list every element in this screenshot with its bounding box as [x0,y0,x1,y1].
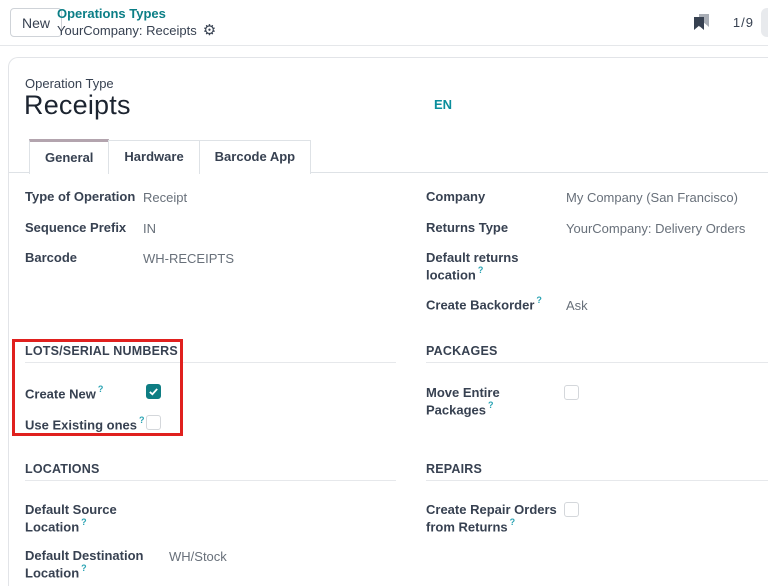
create-repair-orders-checkbox[interactable] [564,502,579,517]
tab-general[interactable]: General [29,139,109,174]
favorite-bookmark-icon[interactable] [692,13,710,31]
help-icon[interactable]: ? [139,415,145,425]
breadcrumb-current-record: YourCompany: Receipts [57,22,197,39]
create-new-checkbox[interactable] [146,384,161,399]
pager-next-button-partial[interactable] [761,8,768,37]
help-icon[interactable]: ? [81,563,87,573]
check-icon [148,386,159,397]
field-label-barcode: Barcode [25,249,77,266]
field-label-use-existing-ones: Use Existing ones? [25,416,144,433]
field-label-create-new: Create New? [25,385,103,402]
section-header-repairs: REPAIRS [426,462,768,481]
field-label-type-of-operation: Type of Operation [25,188,135,205]
record-pager[interactable]: 1/9 [733,15,754,30]
notebook-tabs: General Hardware Barcode App [29,139,311,174]
field-value-barcode[interactable]: WH-RECEIPTS [143,250,234,267]
field-value-create-backorder[interactable]: Ask [566,297,588,314]
field-label-default-source-location: Default Source Location? [25,501,145,535]
page-title[interactable]: Receipts [24,90,131,121]
translation-language-button[interactable]: EN [434,97,452,112]
field-value-type-of-operation[interactable]: Receipt [143,189,187,206]
use-existing-ones-checkbox[interactable] [146,415,161,430]
help-icon[interactable]: ? [488,400,494,410]
new-button[interactable]: New [10,8,62,37]
field-label-create-repair-orders-from-returns: Create Repair Orders from Returns? [426,501,578,535]
control-panel: New Operations Types YourCompany: Receip… [0,0,768,46]
tab-barcode-app[interactable]: Barcode App [199,140,311,174]
field-label-company: Company [426,188,485,205]
record-type-label: Operation Type [25,76,114,91]
field-value-sequence-prefix[interactable]: IN [143,220,156,237]
section-header-lots-serial-numbers: LOTS/SERIAL NUMBERS [25,344,396,363]
field-label-default-returns-location: Default returns location? [426,249,538,283]
form-sheet: Operation Type Receipts EN General Hardw… [8,57,768,586]
field-value-default-destination-location[interactable]: WH/Stock [169,548,227,565]
breadcrumb: Operations Types YourCompany: Receipts ⚙ [57,5,216,39]
operation-type-form-page: New Operations Types YourCompany: Receip… [0,0,768,586]
help-icon[interactable]: ? [510,517,516,527]
field-label-sequence-prefix: Sequence Prefix [25,219,126,236]
field-label-create-backorder: Create Backorder? [426,296,542,313]
help-icon[interactable]: ? [81,517,87,527]
help-icon[interactable]: ? [478,265,484,275]
field-value-returns-type[interactable]: YourCompany: Delivery Orders [566,220,745,237]
help-icon[interactable]: ? [98,384,104,394]
field-value-company[interactable]: My Company (San Francisco) [566,189,738,206]
field-label-returns-type: Returns Type [426,219,508,236]
help-icon[interactable]: ? [536,295,542,305]
section-header-packages: PACKAGES [426,344,768,363]
move-entire-packages-checkbox[interactable] [564,385,579,400]
tab-hardware[interactable]: Hardware [108,140,199,174]
section-header-locations: LOCATIONS [25,462,396,481]
field-label-default-destination-location: Default Destination Location? [25,547,173,581]
gear-icon[interactable]: ⚙ [203,23,216,38]
breadcrumb-operations-types-link[interactable]: Operations Types [57,5,216,22]
field-label-move-entire-packages: Move Entire Packages? [426,384,521,418]
